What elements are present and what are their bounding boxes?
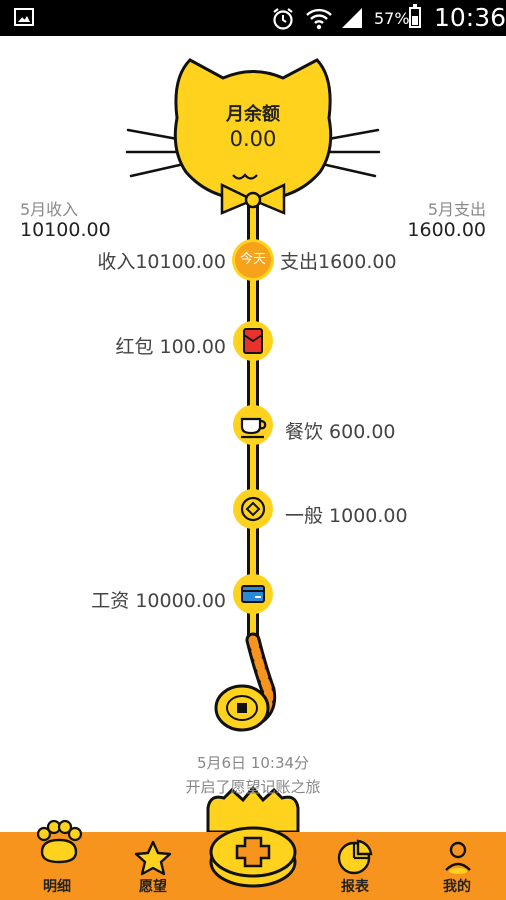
- add-icon: [209, 826, 297, 888]
- tab-report[interactable]: 报表: [310, 832, 400, 900]
- tab-mine[interactable]: 我的: [412, 832, 502, 900]
- start-note: 开启了愿望记账之旅: [185, 778, 321, 796]
- entry-label: 一般 1000.00: [285, 505, 408, 527]
- balance-value: 0.00: [229, 127, 277, 151]
- bottom-tab-bar: 明细 愿望 报表 我的: [0, 820, 506, 900]
- entry-label: 工资 10000.00: [91, 590, 226, 612]
- coin-icon[interactable]: [231, 487, 275, 531]
- entry-label: 餐饮 600.00: [285, 421, 396, 443]
- tab-label: 报表: [341, 879, 369, 895]
- paw-icon: [36, 820, 83, 864]
- battery-percent: 57%: [374, 9, 410, 28]
- clock: 10:36: [434, 3, 506, 32]
- star-icon: [134, 840, 172, 876]
- tail-coin-icon: [214, 684, 270, 732]
- add-record-button[interactable]: [208, 826, 298, 900]
- status-bar: 57% 10:36: [0, 0, 506, 36]
- signal-icon: [342, 8, 362, 28]
- balance-title: 月余额: [226, 104, 280, 125]
- tab-detail[interactable]: 明细: [12, 820, 102, 900]
- today-income: 收入10100.00: [97, 251, 226, 273]
- tab-label: 明细: [43, 879, 71, 895]
- tab-wish[interactable]: 愿望: [108, 832, 198, 900]
- start-date: 5月6日 10:34分: [196, 754, 310, 772]
- tab-label: 愿望: [139, 879, 167, 895]
- coffee-cup-icon[interactable]: [231, 403, 275, 447]
- card-icon[interactable]: [231, 572, 275, 616]
- alarm-icon: [273, 8, 293, 30]
- today-expense: 支出1600.00: [280, 251, 397, 273]
- battery-icon: [409, 4, 421, 28]
- gallery-icon: [14, 8, 34, 26]
- wifi-icon: [306, 8, 332, 30]
- entry-label: 红包 100.00: [115, 336, 226, 358]
- pie-chart-icon: [337, 839, 373, 875]
- person-icon: [445, 841, 471, 874]
- red-envelope-icon[interactable]: [231, 319, 275, 363]
- today-badge[interactable]: 今天: [235, 242, 271, 278]
- tab-label: 我的: [443, 879, 471, 895]
